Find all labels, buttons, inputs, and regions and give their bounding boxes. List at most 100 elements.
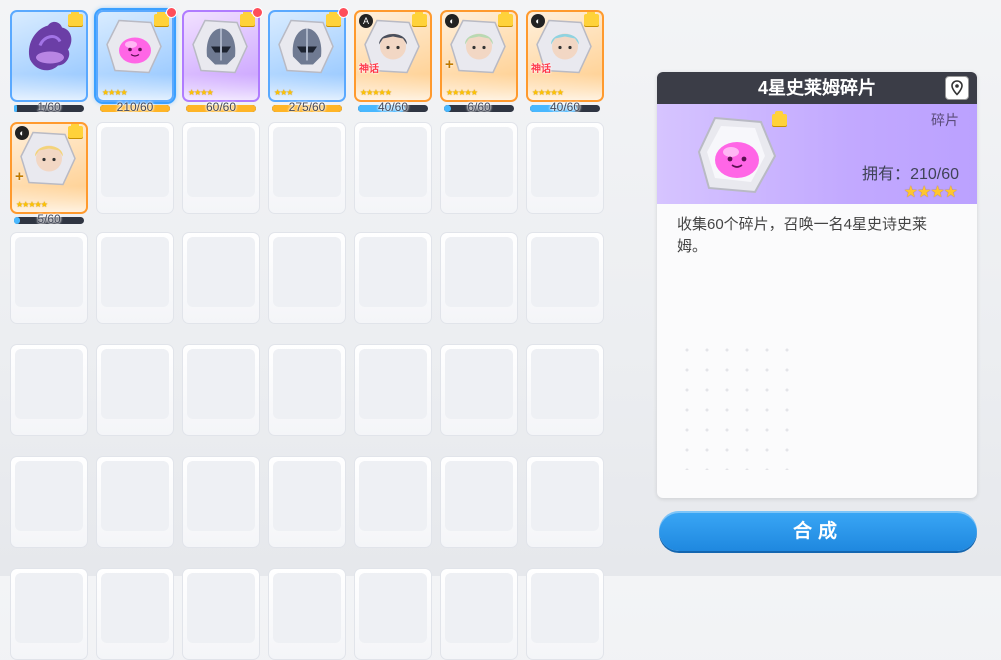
- class-icon: A: [359, 14, 373, 28]
- shard-card[interactable]: ◐ + ★★★★★: [440, 10, 518, 102]
- star-rating: ★★★★: [903, 184, 958, 201]
- empty-shard-slot: [440, 122, 518, 214]
- empty-shard-slot: [96, 232, 174, 324]
- shard-slot-hero-blonde[interactable]: ◐ + ★★★★★ 5/60: [10, 122, 88, 226]
- shard-card[interactable]: ◐ 神话 ★★★★★: [526, 10, 604, 102]
- shard-slot-hero-green[interactable]: ◐ + ★★★★★ 6/60: [440, 10, 518, 114]
- empty-shard-slot: [10, 344, 88, 436]
- empty-shard-slot: [526, 568, 604, 660]
- empty-shard-slot: [10, 456, 88, 548]
- compose-button[interactable]: 合成: [659, 511, 977, 551]
- shard-card[interactable]: A 神话 ★★★★★: [354, 10, 432, 102]
- item-type-label: 碎片: [931, 112, 959, 128]
- mythic-tag: 神话: [531, 64, 551, 75]
- shard-icon: [412, 12, 427, 26]
- shard-card[interactable]: ★★★★: [96, 10, 174, 102]
- shard-progress-bar: 1/60: [14, 100, 84, 114]
- empty-shard-slot: [10, 568, 88, 660]
- notification-dot: [252, 7, 263, 18]
- slime-portrait-large: [695, 111, 787, 201]
- empty-shard-slot: [440, 568, 518, 660]
- shard-count: 60/60: [205, 100, 237, 114]
- shard-count: 40/60: [377, 100, 409, 114]
- shard-slot-purple-dragon[interactable]: 1/60: [10, 10, 88, 114]
- empty-shard-slot: [268, 344, 346, 436]
- empty-shard-slot: [354, 456, 432, 548]
- shard-slot-knight-helmet-blue[interactable]: ★★★ 275/60: [268, 7, 349, 114]
- plus-icon: +: [445, 56, 454, 73]
- class-icon: ◐: [531, 14, 545, 28]
- empty-shard-slot: [182, 232, 260, 324]
- shard-slot-knight-helmet-purple[interactable]: ★★★★ 60/60: [182, 7, 263, 114]
- empty-shard-slot: [96, 568, 174, 660]
- empty-shard-slot: [354, 122, 432, 214]
- empty-shard-slot: [526, 456, 604, 548]
- owned-value: 210/60: [910, 166, 959, 183]
- empty-shard-slot: [182, 568, 260, 660]
- empty-shard-slot: [526, 344, 604, 436]
- locate-source-button[interactable]: [945, 76, 969, 100]
- notification-dot: [166, 7, 177, 18]
- shard-count: 275/60: [288, 100, 326, 114]
- hero-icon: [19, 128, 79, 193]
- shard-slot-hero-dark[interactable]: A 神话 ★★★★★ 40/60: [354, 10, 432, 114]
- empty-shard-slot: [96, 344, 174, 436]
- plus-icon: +: [15, 168, 24, 185]
- shard-detail-panel: 4星史莱姆碎片 碎片 拥有：210/60 ★★★★ 收集60个碎片，召唤一名4星…: [657, 72, 977, 498]
- empty-shard-slot: [182, 456, 260, 548]
- shard-progress-bar: 5/60: [14, 212, 84, 226]
- card-wave-decoration: [12, 74, 86, 100]
- shard-icon: [68, 12, 83, 26]
- empty-shard-slot: [354, 232, 432, 324]
- star-rating: ★★★★★: [360, 88, 392, 97]
- star-rating: ★★★★: [102, 88, 128, 97]
- shard-slot-slime[interactable]: ★★★★ 210/60: [96, 7, 177, 114]
- shard-progress-bar: 40/60: [530, 100, 600, 114]
- empty-shard-slot: [440, 456, 518, 548]
- hero-icon: [449, 16, 509, 81]
- empty-shard-slot: [182, 344, 260, 436]
- helmet-icon: [191, 16, 251, 81]
- panel-title: 4星史莱姆碎片: [757, 78, 876, 98]
- empty-shard-slot: [440, 232, 518, 324]
- star-rating: ★★★: [274, 88, 293, 97]
- shard-count: 40/60: [549, 100, 581, 114]
- shard-progress-bar: 60/60: [186, 100, 256, 114]
- owned-label: 拥有: [862, 166, 895, 183]
- slime-icon: [105, 16, 165, 81]
- shard-card[interactable]: ◐ + ★★★★★: [10, 122, 88, 214]
- shard-icon: [68, 124, 83, 138]
- shard-progress-bar: 275/60: [272, 100, 342, 114]
- owned-count: 拥有：210/60: [862, 166, 959, 183]
- helmet-icon: [277, 16, 337, 81]
- empty-shard-slot: [10, 232, 88, 324]
- map-pin-icon: [951, 80, 963, 96]
- shard-icon: [772, 111, 787, 126]
- shard-card[interactable]: ★★★: [268, 10, 346, 102]
- empty-shard-slot: [526, 232, 604, 324]
- shard-slot-hero-ice[interactable]: ◐ 神话 ★★★★★ 40/60: [526, 10, 604, 114]
- shard-card[interactable]: ★★★★: [182, 10, 260, 102]
- empty-shard-slot: [354, 568, 432, 660]
- empty-shard-slot: [268, 232, 346, 324]
- shard-card[interactable]: [10, 10, 88, 102]
- star-rating: ★★★★★: [16, 200, 48, 209]
- empty-shard-slot: [96, 456, 174, 548]
- shard-count: 6/60: [467, 100, 491, 114]
- notification-dot: [338, 7, 349, 18]
- shard-progress-bar: 6/60: [444, 100, 514, 114]
- shard-progress-bar: 210/60: [100, 100, 170, 114]
- decorative-pattern: [677, 340, 797, 470]
- empty-shard-slot: [268, 568, 346, 660]
- star-rating: ★★★★★: [532, 88, 564, 97]
- empty-shard-slot: [96, 122, 174, 214]
- empty-shard-slot: [268, 122, 346, 214]
- slime-icon: [697, 116, 777, 194]
- mythic-tag: 神话: [359, 64, 379, 75]
- star-rating: ★★★★: [188, 88, 214, 97]
- shard-progress-bar: 40/60: [358, 100, 428, 114]
- empty-shard-slot: [354, 344, 432, 436]
- empty-shard-slot: [526, 122, 604, 214]
- empty-shard-slot: [268, 456, 346, 548]
- item-description: 收集60个碎片，召唤一名4星史诗史莱姆。: [677, 216, 928, 255]
